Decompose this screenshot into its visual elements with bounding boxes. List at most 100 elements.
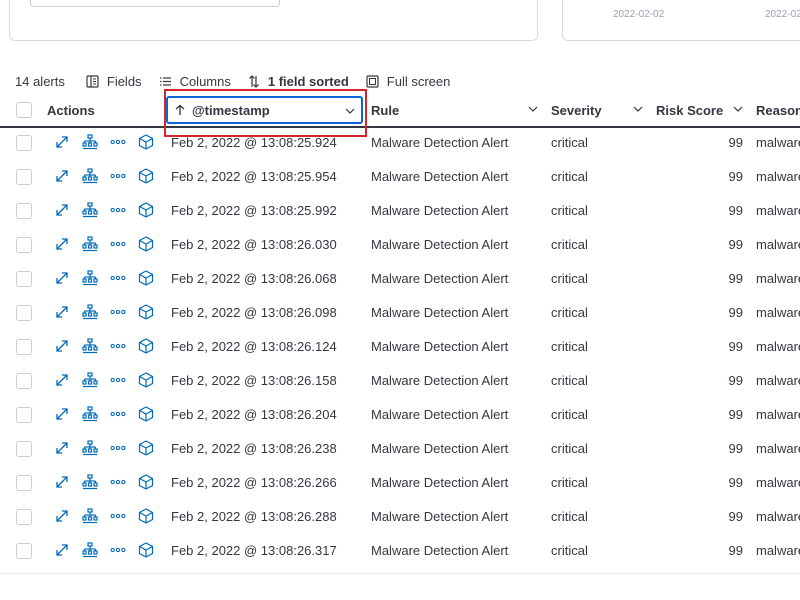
investigate-in-timeline-icon[interactable] [138,372,154,388]
row-checkbox[interactable] [16,135,32,151]
header-rule[interactable]: Rule [371,94,399,126]
cell-rule[interactable]: Malware Detection Alert [371,230,508,258]
analyze-event-icon[interactable] [82,542,98,558]
expand-icon[interactable] [54,338,70,354]
investigate-in-timeline-icon[interactable] [138,202,154,218]
analyze-event-icon[interactable] [82,338,98,354]
expand-icon[interactable] [54,168,70,184]
cell-rule[interactable]: Malware Detection Alert [371,468,508,496]
investigate-in-timeline-icon[interactable] [138,508,154,524]
more-actions-icon[interactable] [110,134,126,150]
row-checkbox[interactable] [16,441,32,457]
more-actions-icon[interactable] [110,270,126,286]
investigate-in-timeline-icon[interactable] [138,168,154,184]
more-actions-icon[interactable] [110,236,126,252]
investigate-in-timeline-icon[interactable] [138,270,154,286]
cell-rule[interactable]: Malware Detection Alert [371,264,508,292]
sort-fields-button[interactable]: 1 field sorted [248,74,349,89]
row-checkbox[interactable] [16,509,32,525]
cell-rule[interactable]: Malware Detection Alert [371,400,508,428]
expand-icon[interactable] [54,236,70,252]
chevron-down-icon[interactable] [633,106,643,112]
analyze-event-icon[interactable] [82,168,98,184]
cell-timestamp: Feb 2, 2022 @ 13:08:25.924 [171,134,337,150]
investigate-in-timeline-icon[interactable] [138,542,154,558]
header-severity[interactable]: Severity [551,94,602,126]
cell-rule[interactable]: Malware Detection Alert [371,434,508,462]
more-actions-icon[interactable] [110,440,126,456]
cell-rule[interactable]: Malware Detection Alert [371,502,508,530]
cell-rule[interactable]: Malware Detection Alert [371,332,508,360]
analyze-event-icon[interactable] [82,304,98,320]
cell-risk-score: 99 [728,270,743,286]
more-actions-icon[interactable] [110,474,126,490]
expand-icon[interactable] [54,270,70,286]
analyze-event-icon[interactable] [82,372,98,388]
investigate-in-timeline-icon[interactable] [138,474,154,490]
analyze-event-icon[interactable] [82,270,98,286]
chevron-down-icon[interactable] [528,106,538,112]
cell-timestamp: Feb 2, 2022 @ 13:08:25.954 [171,168,337,184]
analyze-event-icon[interactable] [82,508,98,524]
cell-reason: malware [756,236,800,252]
expand-icon[interactable] [54,134,70,150]
row-checkbox[interactable] [16,271,32,287]
more-actions-icon[interactable] [110,304,126,320]
more-actions-icon[interactable] [110,168,126,184]
row-checkbox[interactable] [16,169,32,185]
row-checkbox[interactable] [16,203,32,219]
cell-rule[interactable]: Malware Detection Alert [371,298,508,326]
row-checkbox[interactable] [16,339,32,355]
analyze-event-icon[interactable] [82,406,98,422]
row-checkbox[interactable] [16,237,32,253]
table-row: Feb 2, 2022 @ 13:08:25.954 Malware Detec… [0,162,800,196]
analyze-event-icon[interactable] [82,134,98,150]
more-actions-icon[interactable] [110,542,126,558]
full-screen-button[interactable]: Full screen [366,74,450,89]
expand-icon[interactable] [54,202,70,218]
row-checkbox[interactable] [16,373,32,389]
row-checkbox[interactable] [16,407,32,423]
analyze-event-icon[interactable] [82,474,98,490]
cell-rule[interactable]: Malware Detection Alert [371,536,508,564]
expand-icon[interactable] [54,474,70,490]
more-actions-icon[interactable] [110,406,126,422]
row-checkbox[interactable] [16,475,32,491]
investigate-in-timeline-icon[interactable] [138,406,154,422]
cell-risk-score: 99 [728,338,743,354]
select-all-checkbox[interactable] [16,102,32,118]
investigate-in-timeline-icon[interactable] [138,236,154,252]
expand-icon[interactable] [54,372,70,388]
investigate-in-timeline-icon[interactable] [138,440,154,456]
header-risk-score[interactable]: Risk Score [656,94,723,126]
investigate-in-timeline-icon[interactable] [138,338,154,354]
cell-rule[interactable]: Malware Detection Alert [371,366,508,394]
expand-icon[interactable] [54,542,70,558]
analyze-event-icon[interactable] [82,236,98,252]
row-checkbox[interactable] [16,543,32,559]
columns-button[interactable]: Columns [159,74,231,89]
cell-rule[interactable]: Malware Detection Alert [371,196,508,224]
fields-button[interactable]: Fields [86,74,142,89]
cell-rule[interactable]: Malware Detection Alert [371,162,508,190]
more-actions-icon[interactable] [110,202,126,218]
more-actions-icon[interactable] [110,508,126,524]
analyze-event-icon[interactable] [82,202,98,218]
more-actions-icon[interactable] [110,372,126,388]
investigate-in-timeline-icon[interactable] [138,304,154,320]
table-row: Feb 2, 2022 @ 13:08:26.317 Malware Detec… [0,536,800,570]
expand-icon[interactable] [54,508,70,524]
expand-icon[interactable] [54,440,70,456]
chevron-down-icon[interactable] [733,106,743,112]
cell-reason: malware [756,202,800,218]
expand-icon[interactable] [54,304,70,320]
expand-icon[interactable] [54,406,70,422]
row-checkbox[interactable] [16,305,32,321]
investigate-in-timeline-icon[interactable] [138,134,154,150]
cell-severity: critical [551,236,588,252]
more-actions-icon[interactable] [110,338,126,354]
header-reason[interactable]: Reason [756,94,800,126]
query-input[interactable] [30,0,280,7]
analyze-event-icon[interactable] [82,440,98,456]
cell-rule[interactable]: Malware Detection Alert [371,128,508,156]
